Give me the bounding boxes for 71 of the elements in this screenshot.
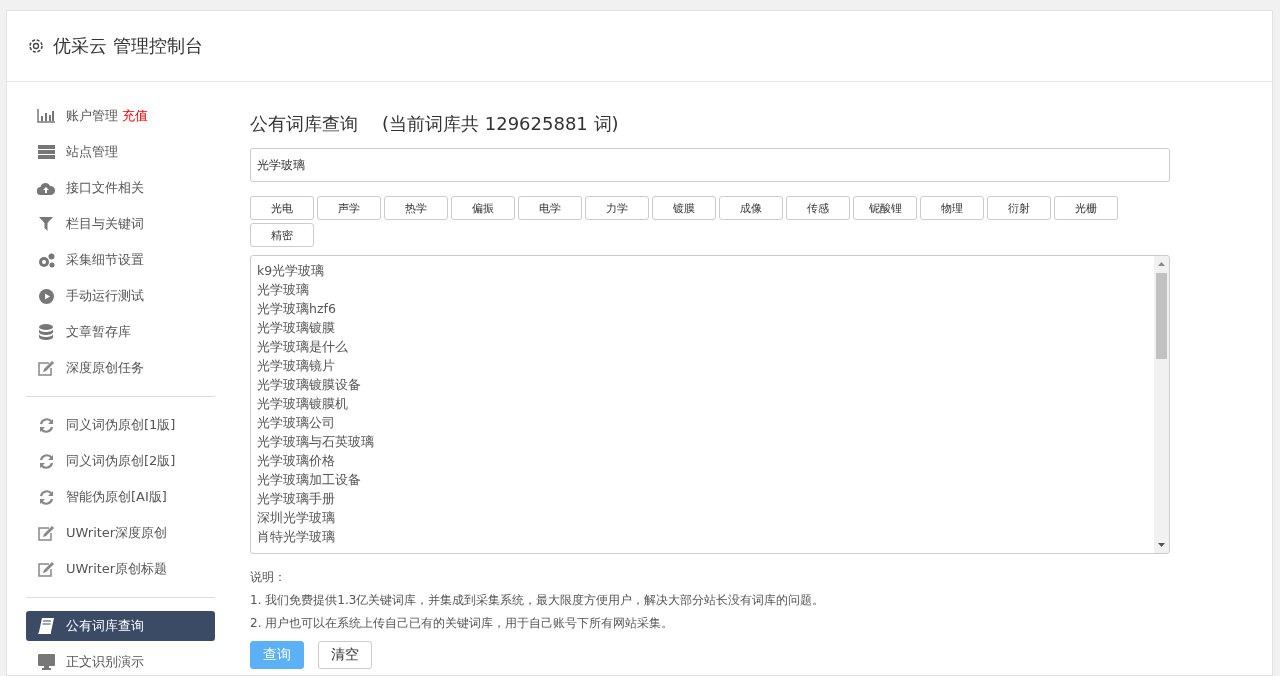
result-item[interactable]: 光学玻璃与石英玻璃 [257, 434, 374, 449]
tag-button[interactable]: 成像 [719, 196, 783, 220]
result-item[interactable]: 光学玻璃镀膜机 [257, 396, 348, 411]
edit-icon [38, 525, 54, 541]
sidebar-item[interactable]: 采集细节设置 [26, 245, 215, 275]
result-item[interactable]: 光学玻璃 [257, 282, 309, 297]
bar-chart-icon [37, 109, 55, 123]
sidebar-item[interactable]: 公有词库查询 [26, 611, 215, 641]
tag-button[interactable]: 力学 [585, 196, 649, 220]
result-list[interactable]: k9光学玻璃 光学玻璃 光学玻璃hzf6 光学玻璃镀膜 光学玻璃是什么 光学玻璃镜片 光学玻璃镀膜设备 光学玻璃镀膜机 光学玻璃公司 光学玻璃与石英玻璃 光学玻璃价格 光学玻璃加工设备 光学玻璃手册 深圳光学玻璃 肖特光学玻璃 [250, 255, 1170, 554]
result-item[interactable]: 光学玻璃手册 [257, 491, 335, 506]
note-text: 1. 我们免费提供1.3亿关键词库，并集成到采集系统，最大限度方便用户，解决大部分站长没有词库的问题。 [250, 593, 825, 607]
result-item[interactable]: 光学玻璃价格 [257, 453, 335, 468]
tag-button[interactable]: 热学 [384, 196, 448, 220]
tag-button[interactable]: 电学 [518, 196, 582, 220]
note-heading: 说明： [250, 570, 286, 584]
tag-button[interactable]: 光栅 [1054, 196, 1118, 220]
tag-button[interactable]: 传感 [786, 196, 850, 220]
clear-button[interactable]: 清空 [318, 641, 372, 669]
sidebar-item[interactable]: 深度原创任务 [26, 353, 215, 383]
tag-button[interactable]: 光电 [250, 196, 314, 220]
word-count: (当前词库共 129625881 词) [382, 112, 619, 136]
tag-button[interactable]: 精密 [250, 223, 314, 247]
result-item[interactable]: 光学玻璃是什么 [257, 339, 348, 354]
app-title: 优采云 管理控制台 [53, 34, 203, 58]
result-item[interactable]: 光学玻璃镜片 [257, 358, 335, 373]
book-icon [38, 618, 54, 634]
tag-button[interactable]: 偏振 [451, 196, 515, 220]
sidebar-item[interactable]: 栏目与关键词 [26, 209, 215, 239]
sidebar-item[interactable]: UWriter深度原创 [26, 518, 215, 548]
tag-button[interactable]: 衍射 [987, 196, 1051, 220]
tag-button[interactable]: 镀膜 [652, 196, 716, 220]
scrollbar[interactable] [1154, 256, 1169, 553]
result-item[interactable]: 肖特光学玻璃 [257, 529, 335, 544]
database-icon [39, 324, 53, 340]
sidebar-item[interactable]: 智能伪原创[AI版] [26, 482, 215, 512]
sidebar-item[interactable]: 正文识别演示 [26, 647, 215, 675]
refresh-icon [38, 489, 54, 505]
search-field[interactable]: 光学玻璃 [250, 148, 1170, 182]
result-item[interactable]: 光学玻璃镀膜设备 [257, 377, 361, 392]
result-item[interactable]: k9光学玻璃 [257, 263, 325, 278]
sidebar-item[interactable]: 同义词伪原创[2版] [26, 446, 215, 476]
page-title: 公有词库查询 [250, 112, 358, 136]
result-item[interactable]: 光学玻璃加工设备 [257, 472, 361, 487]
result-item[interactable]: 光学玻璃公司 [257, 415, 335, 430]
sidebar-item[interactable]: 接口文件相关 [26, 173, 215, 203]
gears-icon [37, 252, 55, 268]
result-item[interactable]: 光学玻璃镀膜 [257, 320, 335, 335]
recharge-link[interactable]: 充值 [122, 107, 148, 125]
cloud-upload-icon [37, 181, 55, 195]
result-item[interactable]: 光学玻璃hzf6 [257, 301, 336, 316]
note-text: 2. 用户也可以在系统上传自己已有的关键词库，用于自己账号下所有网站采集。 [250, 616, 674, 630]
edit-icon [38, 561, 54, 577]
play-icon [38, 288, 54, 304]
sidebar-item[interactable]: 手动运行测试 [26, 281, 215, 311]
tag-button[interactable]: 物理 [920, 196, 984, 220]
monitor-icon [37, 654, 55, 670]
sidebar-item[interactable]: 同义词伪原创[1版] [26, 410, 215, 440]
result-item[interactable]: 深圳光学玻璃 [257, 510, 335, 525]
sidebar-item[interactable]: 账户管理 充值 [26, 101, 215, 131]
server-icon [37, 145, 55, 159]
tag-button[interactable]: 声学 [317, 196, 381, 220]
edit-icon [38, 360, 54, 376]
refresh-icon [38, 417, 54, 433]
refresh-icon [38, 453, 54, 469]
filter-icon [39, 217, 53, 231]
settings-icon [27, 37, 45, 55]
sidebar-item[interactable]: UWriter原创标题 [26, 554, 215, 584]
sidebar-item[interactable]: 站点管理 [26, 137, 215, 167]
tag-button[interactable]: 铌酸锂 [853, 196, 917, 220]
sidebar-item[interactable]: 文章暂存库 [26, 317, 215, 347]
